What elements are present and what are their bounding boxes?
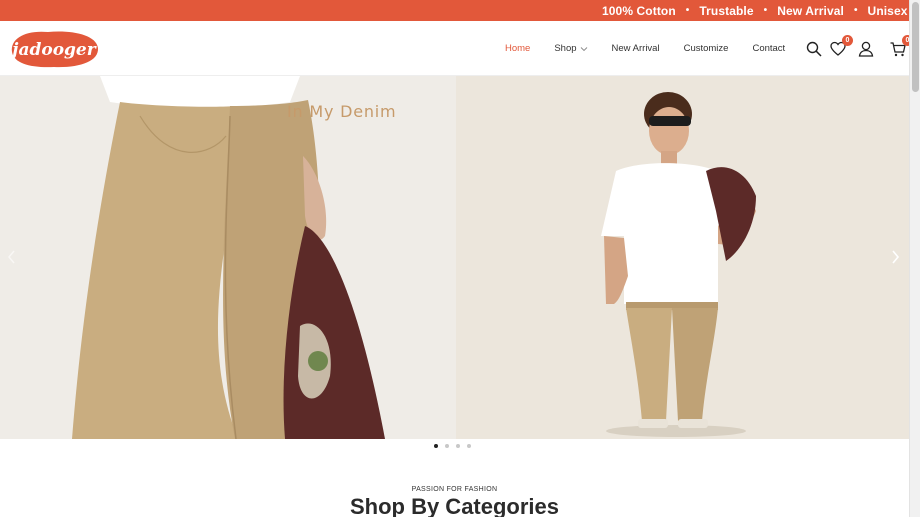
slider-prev-button[interactable] <box>6 249 18 265</box>
wishlist-count-badge: 0 <box>842 34 853 46</box>
page-scrollbar[interactable] <box>909 0 920 517</box>
wishlist-button[interactable]: 0 <box>830 34 853 57</box>
announcement-item: New Arrival <box>777 3 844 18</box>
site-header: jadooger Home Shop New Arrival Customize… <box>0 21 913 76</box>
search-icon <box>806 41 822 57</box>
main-nav: Home Shop New Arrival Customize Contact <box>505 21 809 76</box>
slider-next-button[interactable] <box>889 249 901 265</box>
chevron-left-icon <box>8 250 15 264</box>
nav-item-home[interactable]: Home <box>505 43 530 54</box>
account-button[interactable] <box>858 41 874 57</box>
nav-item-new-arrival[interactable]: New Arrival <box>612 43 660 54</box>
slider-dot[interactable] <box>445 444 449 448</box>
slider-dot[interactable] <box>467 444 471 448</box>
svg-text:jadooger: jadooger <box>9 40 96 60</box>
hero-photo-pants-closeup <box>0 76 456 439</box>
logo-icon: jadooger <box>9 31 99 68</box>
announcement-separator: • <box>763 5 768 16</box>
cart-button[interactable]: 0 <box>890 34 913 57</box>
nav-item-shop[interactable]: Shop <box>554 43 587 54</box>
hero-image-left <box>0 76 456 439</box>
announcement-item: Trustable <box>699 3 754 18</box>
hero-slider: In My Denim <box>0 76 909 439</box>
slider-dots <box>434 444 478 448</box>
header-actions: 0 0 <box>806 21 914 76</box>
hero-title: In My Denim <box>287 102 397 121</box>
user-icon <box>858 41 874 57</box>
announcement-item: Unisex Prod <box>867 3 909 18</box>
nav-item-shop-label: Shop <box>554 43 577 54</box>
chevron-down-icon <box>580 46 587 51</box>
brand-logo[interactable]: jadooger <box>8 28 100 70</box>
chevron-right-icon <box>892 250 900 264</box>
section-title: Shop By Categories <box>349 494 560 517</box>
section-eyebrow: PASSION FOR FASHION <box>411 486 498 493</box>
nav-item-customize[interactable]: Customize <box>684 43 729 54</box>
announcement-item: 100% Cotton <box>602 3 676 18</box>
slider-dot[interactable] <box>456 444 460 448</box>
slider-dot[interactable] <box>434 444 438 448</box>
announcement-bar: 100% Cotton • Trustable • New Arrival • … <box>0 0 909 21</box>
nav-item-contact[interactable]: Contact <box>752 43 785 54</box>
search-button[interactable] <box>806 41 822 57</box>
hero-image-right <box>456 76 909 439</box>
announcement-marquee: 100% Cotton • Trustable • New Arrival • … <box>602 0 909 21</box>
hero-photo-model <box>456 76 909 439</box>
scrollbar-thumb[interactable] <box>912 2 919 92</box>
announcement-separator: • <box>853 5 858 16</box>
announcement-separator: • <box>685 5 690 16</box>
